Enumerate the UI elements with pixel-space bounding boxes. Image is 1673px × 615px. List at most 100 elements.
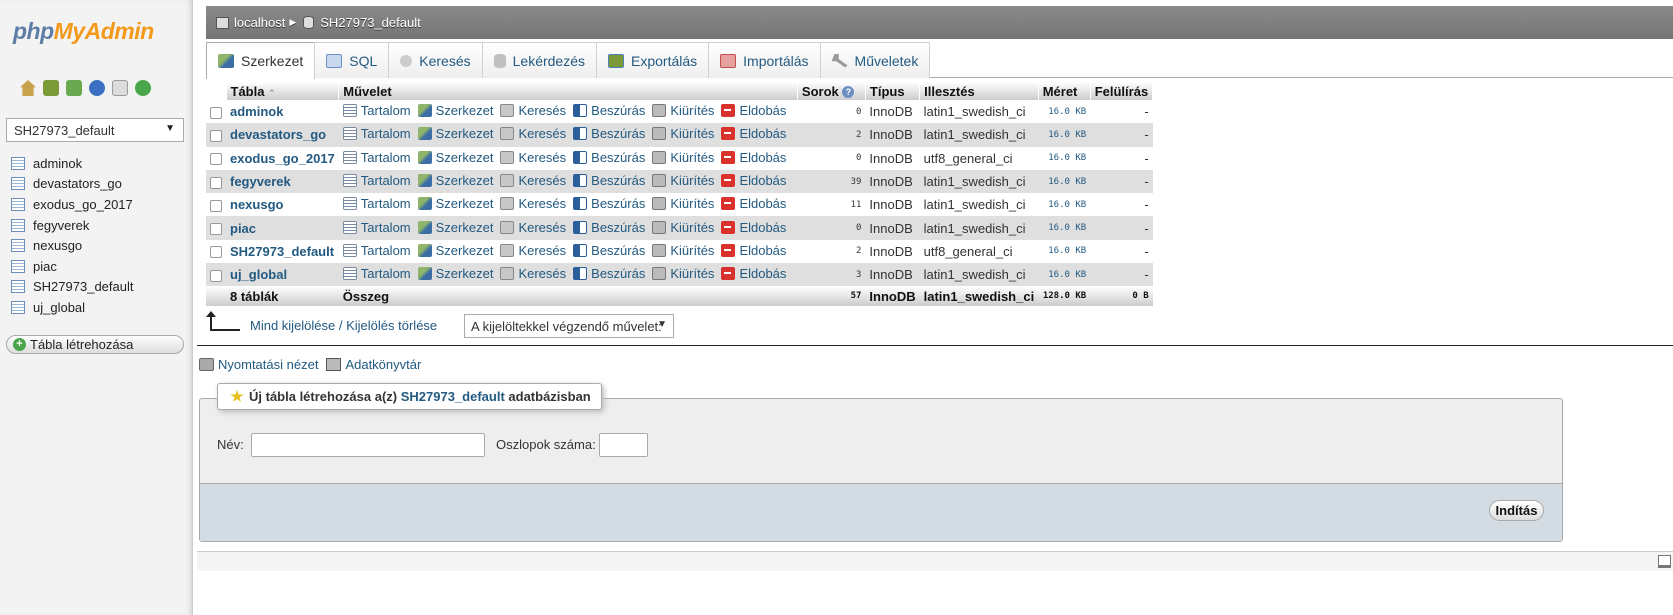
structure-action-link[interactable]: Szerkezet — [417, 196, 493, 211]
col-header-type[interactable]: Típus — [865, 82, 921, 100]
database-select[interactable]: SH27973_default ▼ — [6, 118, 184, 142]
empty-action-link[interactable]: Kiürítés — [652, 266, 714, 281]
table-name-input[interactable] — [251, 433, 485, 457]
insert-action-link[interactable]: Beszúrás — [573, 173, 645, 188]
table-name-link[interactable]: adminok — [230, 104, 283, 119]
col-header-collation[interactable]: Illesztés — [919, 82, 1039, 100]
row-checkbox[interactable] — [210, 269, 222, 282]
structure-action-link[interactable]: Szerkezet — [417, 243, 493, 258]
search-action-link[interactable]: Keresés — [500, 196, 566, 211]
insert-action-link[interactable]: Beszúrás — [573, 266, 645, 281]
console-icon[interactable] — [1658, 555, 1671, 568]
insert-action-link[interactable]: Beszúrás — [573, 220, 645, 235]
drop-action-link[interactable]: Eldobás — [721, 243, 786, 258]
nav-table-item[interactable]: fegyverek — [10, 215, 133, 236]
go-button[interactable]: Indítás — [1489, 500, 1544, 521]
search-action-link[interactable]: Keresés — [500, 126, 566, 141]
uncheck-all-link[interactable]: Kijelölés törlése — [346, 318, 437, 333]
insert-action-link[interactable]: Beszúrás — [573, 126, 645, 141]
row-checkbox[interactable] — [210, 130, 222, 142]
help-icon[interactable]: ? — [842, 86, 855, 99]
nav-table-item[interactable]: uj_global — [10, 297, 133, 318]
row-checkbox[interactable] — [210, 106, 222, 119]
home-icon[interactable] — [20, 80, 36, 96]
table-name-link[interactable]: SH27973_default — [230, 244, 334, 259]
structure-action-link[interactable]: Szerkezet — [417, 126, 493, 141]
row-checkbox[interactable] — [210, 199, 222, 212]
phpmyadmin-logo[interactable]: phpMyAdmin — [13, 18, 154, 45]
tab-import[interactable]: Importálás — [708, 42, 821, 78]
search-action-link[interactable]: Keresés — [500, 243, 566, 258]
tab-operations[interactable]: Műveletek — [819, 42, 931, 78]
browse-action-link[interactable]: Tartalom — [342, 150, 411, 165]
browse-action-link[interactable]: Tartalom — [342, 266, 411, 281]
nav-table-item[interactable]: SH27973_default — [10, 277, 133, 298]
insert-action-link[interactable]: Beszúrás — [573, 103, 645, 118]
col-header-rows[interactable]: Sorok ? — [797, 82, 866, 100]
drop-action-link[interactable]: Eldobás — [721, 266, 786, 281]
col-header-size[interactable]: Méret — [1038, 82, 1091, 100]
search-action-link[interactable]: Keresés — [500, 103, 566, 118]
tab-query[interactable]: Lekérdezés — [481, 42, 598, 78]
search-action-link[interactable]: Keresés — [500, 220, 566, 235]
table-name-link[interactable]: piac — [230, 221, 256, 236]
row-checkbox[interactable] — [210, 246, 222, 259]
drop-action-link[interactable]: Eldobás — [721, 196, 786, 211]
structure-action-link[interactable]: Szerkezet — [417, 173, 493, 188]
drop-action-link[interactable]: Eldobás — [721, 220, 786, 235]
query-window-icon[interactable] — [66, 80, 82, 96]
tab-sql[interactable]: SQL — [314, 42, 390, 78]
legend-db-link[interactable]: SH27973_default — [401, 389, 505, 404]
columns-count-input[interactable] — [599, 433, 648, 457]
tab-search[interactable]: Keresés — [388, 42, 483, 78]
empty-action-link[interactable]: Kiürítés — [652, 103, 714, 118]
insert-action-link[interactable]: Beszúrás — [573, 150, 645, 165]
row-checkbox[interactable] — [210, 176, 222, 189]
empty-action-link[interactable]: Kiürítés — [652, 220, 714, 235]
browse-action-link[interactable]: Tartalom — [342, 220, 411, 235]
empty-action-link[interactable]: Kiürítés — [652, 150, 714, 165]
table-name-link[interactable]: fegyverek — [230, 174, 291, 189]
nav-table-item[interactable]: exodus_go_2017 — [10, 194, 133, 215]
nav-table-item[interactable]: nexusgo — [10, 235, 133, 256]
drop-action-link[interactable]: Eldobás — [721, 126, 786, 141]
breadcrumb-database[interactable]: SH27973_default — [320, 15, 420, 30]
col-header-overhead[interactable]: Felülírás — [1090, 82, 1154, 100]
browse-action-link[interactable]: Tartalom — [342, 243, 411, 258]
row-checkbox[interactable] — [210, 153, 222, 166]
table-name-link[interactable]: devastators_go — [230, 127, 326, 142]
data-dictionary-link[interactable]: Adatkönyvtár — [326, 357, 421, 372]
empty-action-link[interactable]: Kiürítés — [652, 196, 714, 211]
structure-action-link[interactable]: Szerkezet — [417, 150, 493, 165]
sql-docs-icon[interactable] — [112, 80, 128, 96]
search-action-link[interactable]: Keresés — [500, 173, 566, 188]
drop-action-link[interactable]: Eldobás — [721, 173, 786, 188]
drop-action-link[interactable]: Eldobás — [721, 150, 786, 165]
structure-action-link[interactable]: Szerkezet — [417, 220, 493, 235]
table-name-link[interactable]: uj_global — [230, 267, 287, 282]
browse-action-link[interactable]: Tartalom — [342, 196, 411, 211]
table-name-link[interactable]: exodus_go_2017 — [230, 151, 335, 166]
docs-icon[interactable] — [89, 80, 105, 96]
empty-action-link[interactable]: Kiürítés — [652, 173, 714, 188]
insert-action-link[interactable]: Beszúrás — [573, 243, 645, 258]
breadcrumb-server[interactable]: localhost — [234, 15, 285, 30]
nav-table-item[interactable]: piac — [10, 256, 133, 277]
col-header-table[interactable]: Tábla ⌃ — [226, 82, 340, 100]
browse-action-link[interactable]: Tartalom — [342, 103, 411, 118]
with-selected-dropdown[interactable]: A kijelöltekkel végzendő művelet: ▼ — [464, 314, 674, 338]
create-table-button[interactable]: + Tábla létrehozása — [6, 335, 184, 354]
empty-action-link[interactable]: Kiürítés — [652, 126, 714, 141]
insert-action-link[interactable]: Beszúrás — [573, 196, 645, 211]
tab-export[interactable]: Exportálás — [596, 42, 710, 78]
empty-action-link[interactable]: Kiürítés — [652, 243, 714, 258]
console-bar[interactable] — [197, 551, 1673, 571]
browse-action-link[interactable]: Tartalom — [342, 173, 411, 188]
search-action-link[interactable]: Keresés — [500, 266, 566, 281]
browse-action-link[interactable]: Tartalom — [342, 126, 411, 141]
drop-action-link[interactable]: Eldobás — [721, 103, 786, 118]
reload-icon[interactable] — [135, 80, 151, 96]
table-name-link[interactable]: nexusgo — [230, 197, 283, 212]
structure-action-link[interactable]: Szerkezet — [417, 266, 493, 281]
tab-structure[interactable]: Szerkezet — [206, 42, 316, 79]
